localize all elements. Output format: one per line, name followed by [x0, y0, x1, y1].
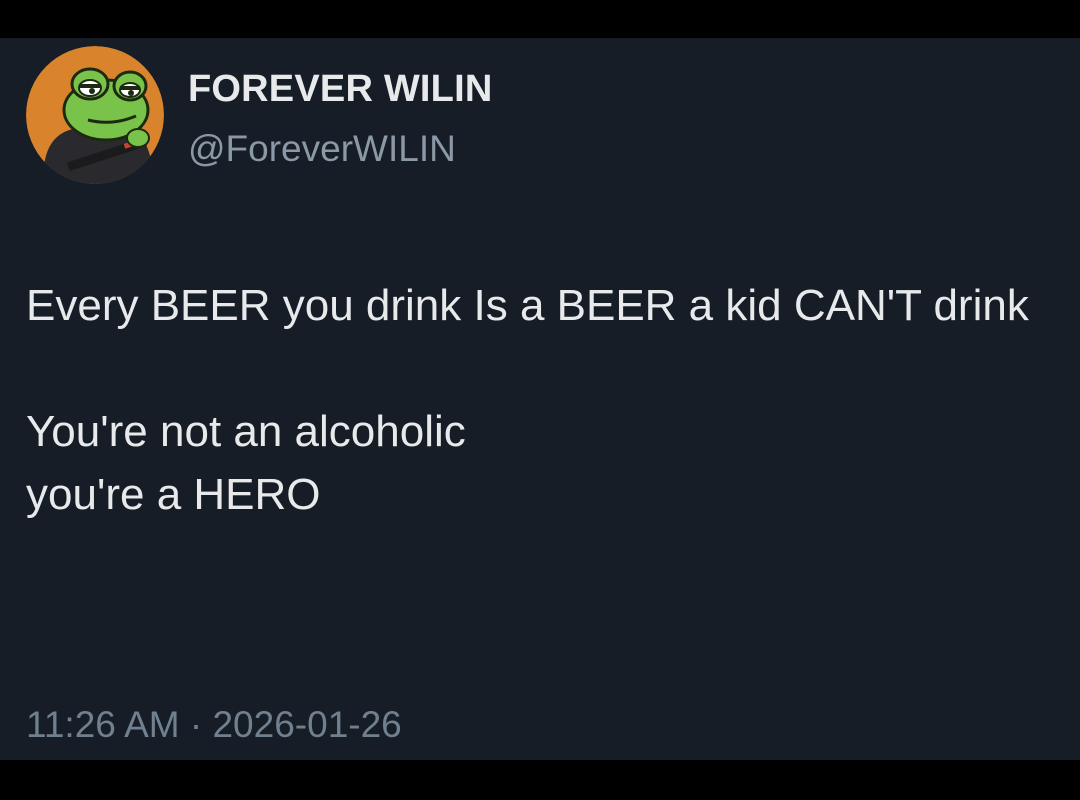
tweet-text-line: you're a HERO	[26, 470, 321, 519]
avatar[interactable]	[26, 46, 164, 184]
tweet-text-line: You're not an alcoholic	[26, 407, 466, 456]
timestamp-separator: ·	[189, 704, 203, 745]
author-display-name[interactable]: FOREVER WILIN	[188, 66, 493, 112]
author-handle[interactable]: @ForeverWILIN	[188, 126, 456, 172]
tweet-text-line: Every BEER you drink Is a BEER a kid CAN…	[26, 281, 1029, 330]
tweet-text: Every BEER you drink Is a BEER a kid CAN…	[26, 274, 1056, 526]
tweet-date[interactable]: 2026-01-26	[212, 704, 401, 745]
tweet-time[interactable]: 11:26 AM	[26, 704, 180, 745]
frog-avatar-icon	[26, 46, 164, 184]
screenshot-frame: FOREVER WILIN @ForeverWILIN Every BEER y…	[0, 0, 1080, 800]
tweet-timestamp[interactable]: 11:26 AM · 2026-01-26	[26, 702, 402, 748]
tweet-card: FOREVER WILIN @ForeverWILIN Every BEER y…	[0, 38, 1080, 760]
